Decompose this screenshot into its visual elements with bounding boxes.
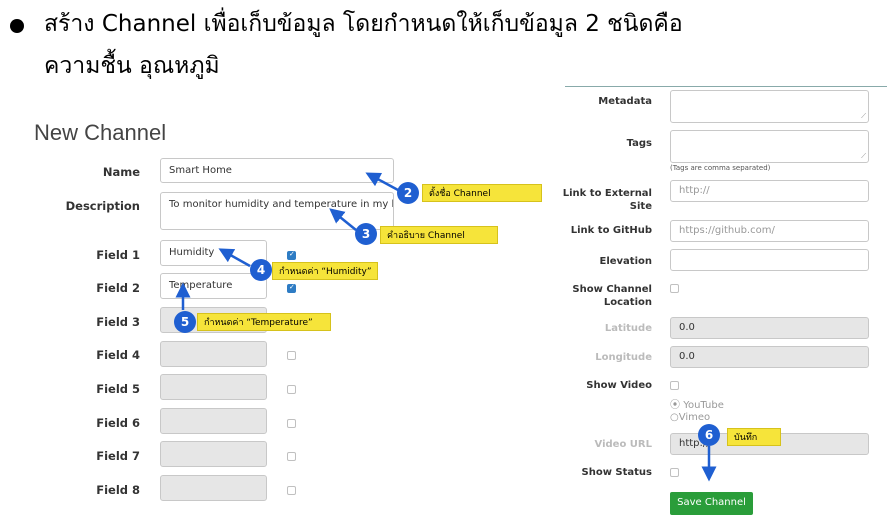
callout-6-badge: 6	[698, 424, 720, 446]
callout-4-badge: 4	[250, 259, 272, 281]
callout-5-badge: 5	[174, 311, 196, 333]
callout-2-badge: 2	[397, 182, 419, 204]
annotation-arrows	[175, 172, 717, 482]
arrow-3	[329, 208, 357, 231]
callout-4-text: กำหนดค่า “Humidity”	[272, 262, 378, 280]
arrow-4	[218, 248, 251, 268]
callout-2-text: ตั้งชื่อ Channel	[422, 184, 542, 202]
callout-3-badge: 3	[355, 223, 377, 245]
callout-5-text: กำหนดค่า “Temperature”	[197, 313, 331, 331]
callout-6-text: บันทึก	[727, 428, 781, 446]
arrow-2	[365, 172, 399, 192]
callout-3-text: คำอธิบาย Channel	[380, 226, 498, 244]
